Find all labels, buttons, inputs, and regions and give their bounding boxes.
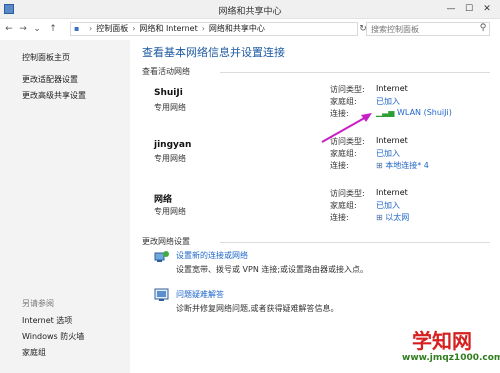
watermark-logo: 学知网 www.jmqz1000.com — [400, 325, 500, 373]
annotation-arrow — [321, 113, 372, 143]
watermark-text: 学知网 — [412, 329, 472, 353]
network-sharing-center-window: 网络和共享中心 — ☐ ✕ ← → ⌄ ↑ ▪ › 控制面板 › 网络和 Intern… — [0, 0, 500, 373]
watermark-url: www.jmqz1000.com — [402, 353, 500, 363]
